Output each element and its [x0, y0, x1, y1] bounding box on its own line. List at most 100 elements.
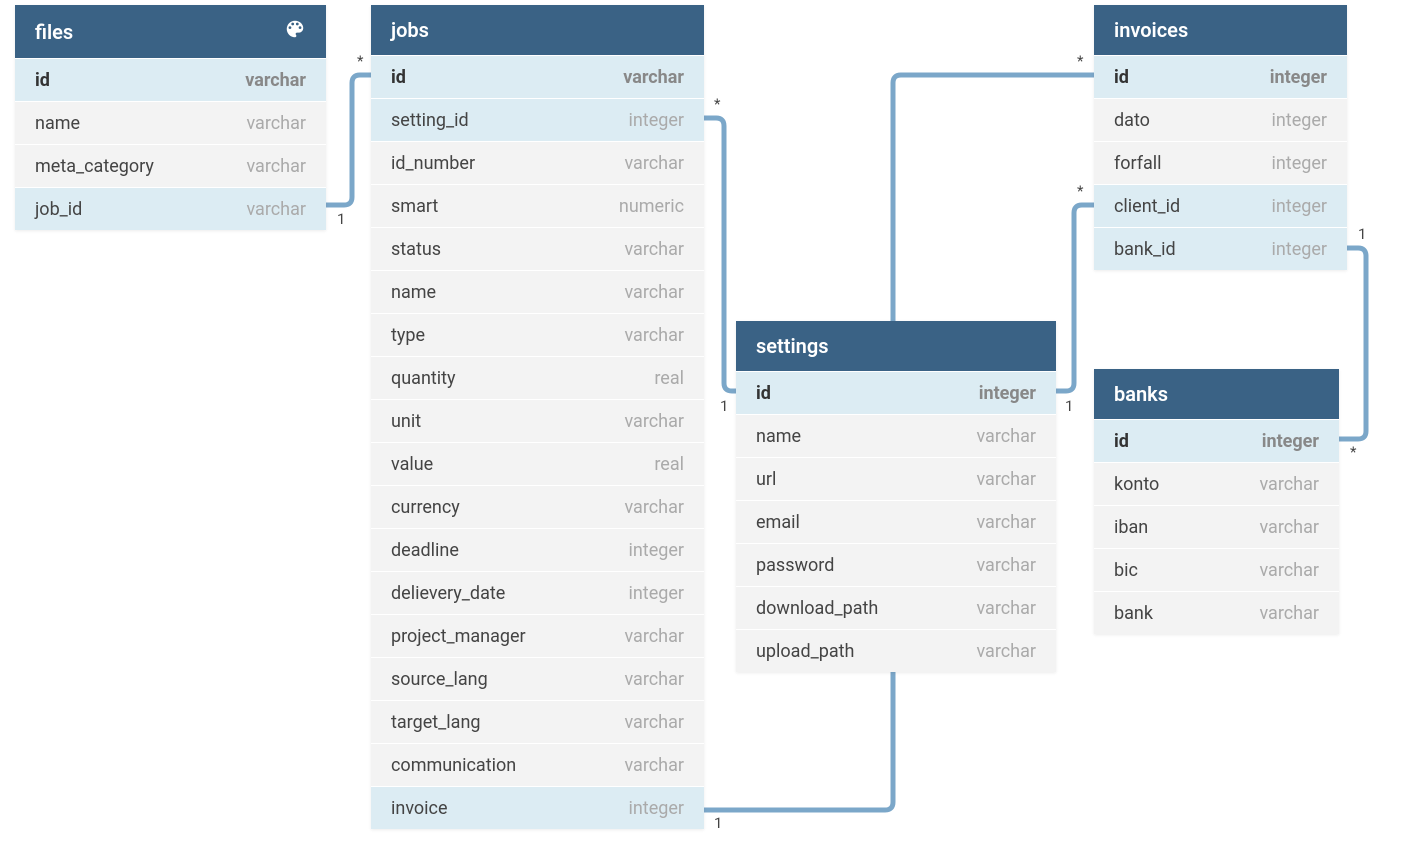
table-row[interactable]: bicvarchar: [1094, 548, 1339, 591]
table-invoices[interactable]: invoices idintegerdatointegerforfallinte…: [1094, 5, 1347, 270]
table-row[interactable]: project_managervarchar: [371, 614, 704, 657]
table-row[interactable]: idinteger: [736, 371, 1056, 414]
table-title: files: [35, 20, 73, 44]
column-type: integer: [628, 110, 684, 131]
column-name: iban: [1114, 517, 1148, 538]
column-type: varchar: [976, 598, 1036, 619]
column-type: varchar: [976, 555, 1036, 576]
column-type: integer: [1271, 196, 1327, 217]
table-header-banks[interactable]: banks: [1094, 369, 1339, 419]
column-name: status: [391, 239, 441, 260]
column-name: setting_id: [391, 110, 469, 131]
table-row[interactable]: delievery_dateinteger: [371, 571, 704, 614]
table-header-settings[interactable]: settings: [736, 321, 1056, 371]
table-row[interactable]: client_id integer: [1094, 184, 1347, 227]
column-type: varchar: [246, 113, 306, 134]
table-row[interactable]: download_path varchar: [736, 586, 1056, 629]
column-name: name: [35, 113, 80, 134]
table-row[interactable]: upload_path varchar: [736, 629, 1056, 672]
table-row[interactable]: url varchar: [736, 457, 1056, 500]
card-label: *: [1077, 52, 1083, 70]
table-row[interactable]: smartnumeric: [371, 184, 704, 227]
table-row[interactable]: namevarchar: [736, 414, 1056, 457]
table-banks[interactable]: banks idintegerkontovarcharibanvarcharbi…: [1094, 369, 1339, 634]
column-name: forfall: [1114, 153, 1162, 174]
table-row[interactable]: password varchar: [736, 543, 1056, 586]
column-type: numeric: [619, 196, 684, 217]
column-name: download_path: [756, 598, 878, 619]
table-header-invoices[interactable]: invoices: [1094, 5, 1347, 55]
column-name: bank: [1114, 603, 1153, 624]
table-row[interactable]: namevarchar: [371, 270, 704, 313]
table-row[interactable]: target_langvarchar: [371, 700, 704, 743]
table-files[interactable]: files idvarchar name varchar meta_categoryv…: [15, 5, 326, 230]
column-type: varchar: [623, 67, 684, 88]
column-type: integer: [979, 383, 1036, 404]
card-label: *: [1077, 182, 1083, 200]
table-row[interactable]: job_id varchar: [15, 187, 326, 230]
column-type: varchar: [976, 641, 1036, 662]
column-name: konto: [1114, 474, 1159, 495]
table-row[interactable]: id varchar: [371, 55, 704, 98]
column-name: invoice: [391, 798, 448, 819]
table-row[interactable]: idvarchar: [15, 58, 326, 101]
table-row[interactable]: datointeger: [1094, 98, 1347, 141]
column-type: real: [654, 454, 684, 475]
table-row[interactable]: id_numbervarchar: [371, 141, 704, 184]
table-header-jobs[interactable]: jobs: [371, 5, 704, 55]
column-name: delievery_date: [391, 583, 505, 604]
table-title: banks: [1114, 382, 1168, 406]
card-label: 1: [714, 814, 722, 832]
column-name: password: [756, 555, 834, 576]
column-type: varchar: [246, 199, 306, 220]
column-name: upload_path: [756, 641, 854, 662]
column-name: email: [756, 512, 800, 533]
table-row[interactable]: kontovarchar: [1094, 462, 1339, 505]
column-type: integer: [1270, 67, 1327, 88]
table-row[interactable]: idinteger: [1094, 419, 1339, 462]
table-body-banks: idintegerkontovarcharibanvarcharbicvarch…: [1094, 419, 1339, 634]
table-row[interactable]: meta_categoryvarchar: [15, 144, 326, 187]
column-name: id: [1114, 431, 1129, 452]
table-row[interactable]: quantityreal: [371, 356, 704, 399]
table-header-files[interactable]: files: [15, 5, 326, 58]
table-row[interactable]: deadlineinteger: [371, 528, 704, 571]
table-row[interactable]: unit varchar: [371, 399, 704, 442]
table-row[interactable]: communicationvarchar: [371, 743, 704, 786]
column-type: varchar: [624, 411, 684, 432]
card-label: *: [1350, 443, 1356, 461]
column-name: client_id: [1114, 196, 1180, 217]
column-name: id: [1114, 67, 1129, 88]
column-type: varchar: [624, 325, 684, 346]
table-row[interactable]: valuereal: [371, 442, 704, 485]
table-row[interactable]: ibanvarchar: [1094, 505, 1339, 548]
table-row[interactable]: name varchar: [15, 101, 326, 144]
table-jobs[interactable]: jobs id varchar setting_id integer id_number…: [371, 5, 704, 829]
table-row[interactable]: forfallinteger: [1094, 141, 1347, 184]
column-name: job_id: [35, 199, 82, 220]
table-row[interactable]: setting_id integer: [371, 98, 704, 141]
column-name: unit: [391, 411, 421, 432]
table-row[interactable]: invoiceinteger: [371, 786, 704, 829]
table-row[interactable]: emailvarchar: [736, 500, 1056, 543]
column-type: real: [654, 368, 684, 389]
table-row[interactable]: bankvarchar: [1094, 591, 1339, 634]
column-type: integer: [1271, 239, 1327, 260]
table-row[interactable]: currencyvarchar: [371, 485, 704, 528]
table-row[interactable]: typevarchar: [371, 313, 704, 356]
card-label: *: [357, 52, 363, 70]
column-name: id: [391, 67, 406, 88]
table-title: settings: [756, 334, 829, 358]
column-type: varchar: [976, 469, 1036, 490]
column-name: bank_id: [1114, 239, 1176, 260]
table-row[interactable]: statusvarchar: [371, 227, 704, 270]
column-type: integer: [1271, 110, 1327, 131]
column-type: varchar: [624, 712, 684, 733]
table-row[interactable]: source_langvarchar: [371, 657, 704, 700]
table-row[interactable]: id integer: [1094, 55, 1347, 98]
table-row[interactable]: bank_id integer: [1094, 227, 1347, 270]
table-settings[interactable]: settings idintegernamevarchar url varchar e…: [736, 321, 1056, 672]
palette-icon[interactable]: [284, 18, 306, 45]
column-name: url: [756, 469, 776, 490]
card-label: 1: [1065, 397, 1073, 415]
